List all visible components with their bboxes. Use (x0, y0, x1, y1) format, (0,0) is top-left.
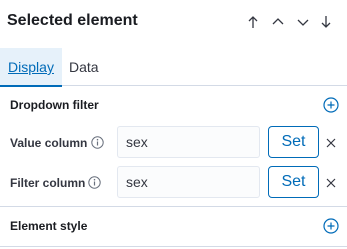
value-column-label: Value column (10, 136, 88, 150)
filter-column-row: Filter column sex Set (0, 166, 347, 202)
section-divider (0, 246, 347, 247)
arrow-down-icon[interactable] (318, 13, 334, 31)
filter-column-label: Filter column (10, 176, 86, 190)
add-circle-icon[interactable] (323, 97, 339, 113)
value-column-row: Value column sex Set (0, 126, 347, 162)
info-icon[interactable] (88, 176, 101, 189)
info-icon[interactable] (91, 136, 104, 149)
panel-header: Selected element (0, 0, 347, 46)
add-circle-icon[interactable] (323, 218, 339, 234)
dropdown-filter-title: Dropdown filter (10, 98, 99, 112)
value-column-set-button[interactable]: Set (268, 126, 319, 158)
element-style-title: Element style (10, 219, 88, 233)
tab-data[interactable]: Data (69, 48, 99, 86)
dropdown-filter-section-header: Dropdown filter (0, 86, 347, 124)
tab-display[interactable]: Display (0, 48, 62, 87)
arrow-up-icon[interactable] (245, 13, 261, 31)
chevron-up-icon[interactable] (270, 13, 286, 31)
filter-column-set-button[interactable]: Set (268, 166, 319, 198)
tab-bar: Display Data (0, 48, 347, 87)
element-style-section-header: Element style (0, 207, 347, 245)
panel-title: Selected element (7, 12, 138, 29)
close-icon[interactable] (325, 176, 337, 188)
value-column-input[interactable]: sex (117, 126, 260, 158)
close-icon[interactable] (325, 136, 337, 148)
filter-column-input[interactable]: sex (117, 166, 260, 198)
chevron-down-icon[interactable] (295, 13, 311, 31)
